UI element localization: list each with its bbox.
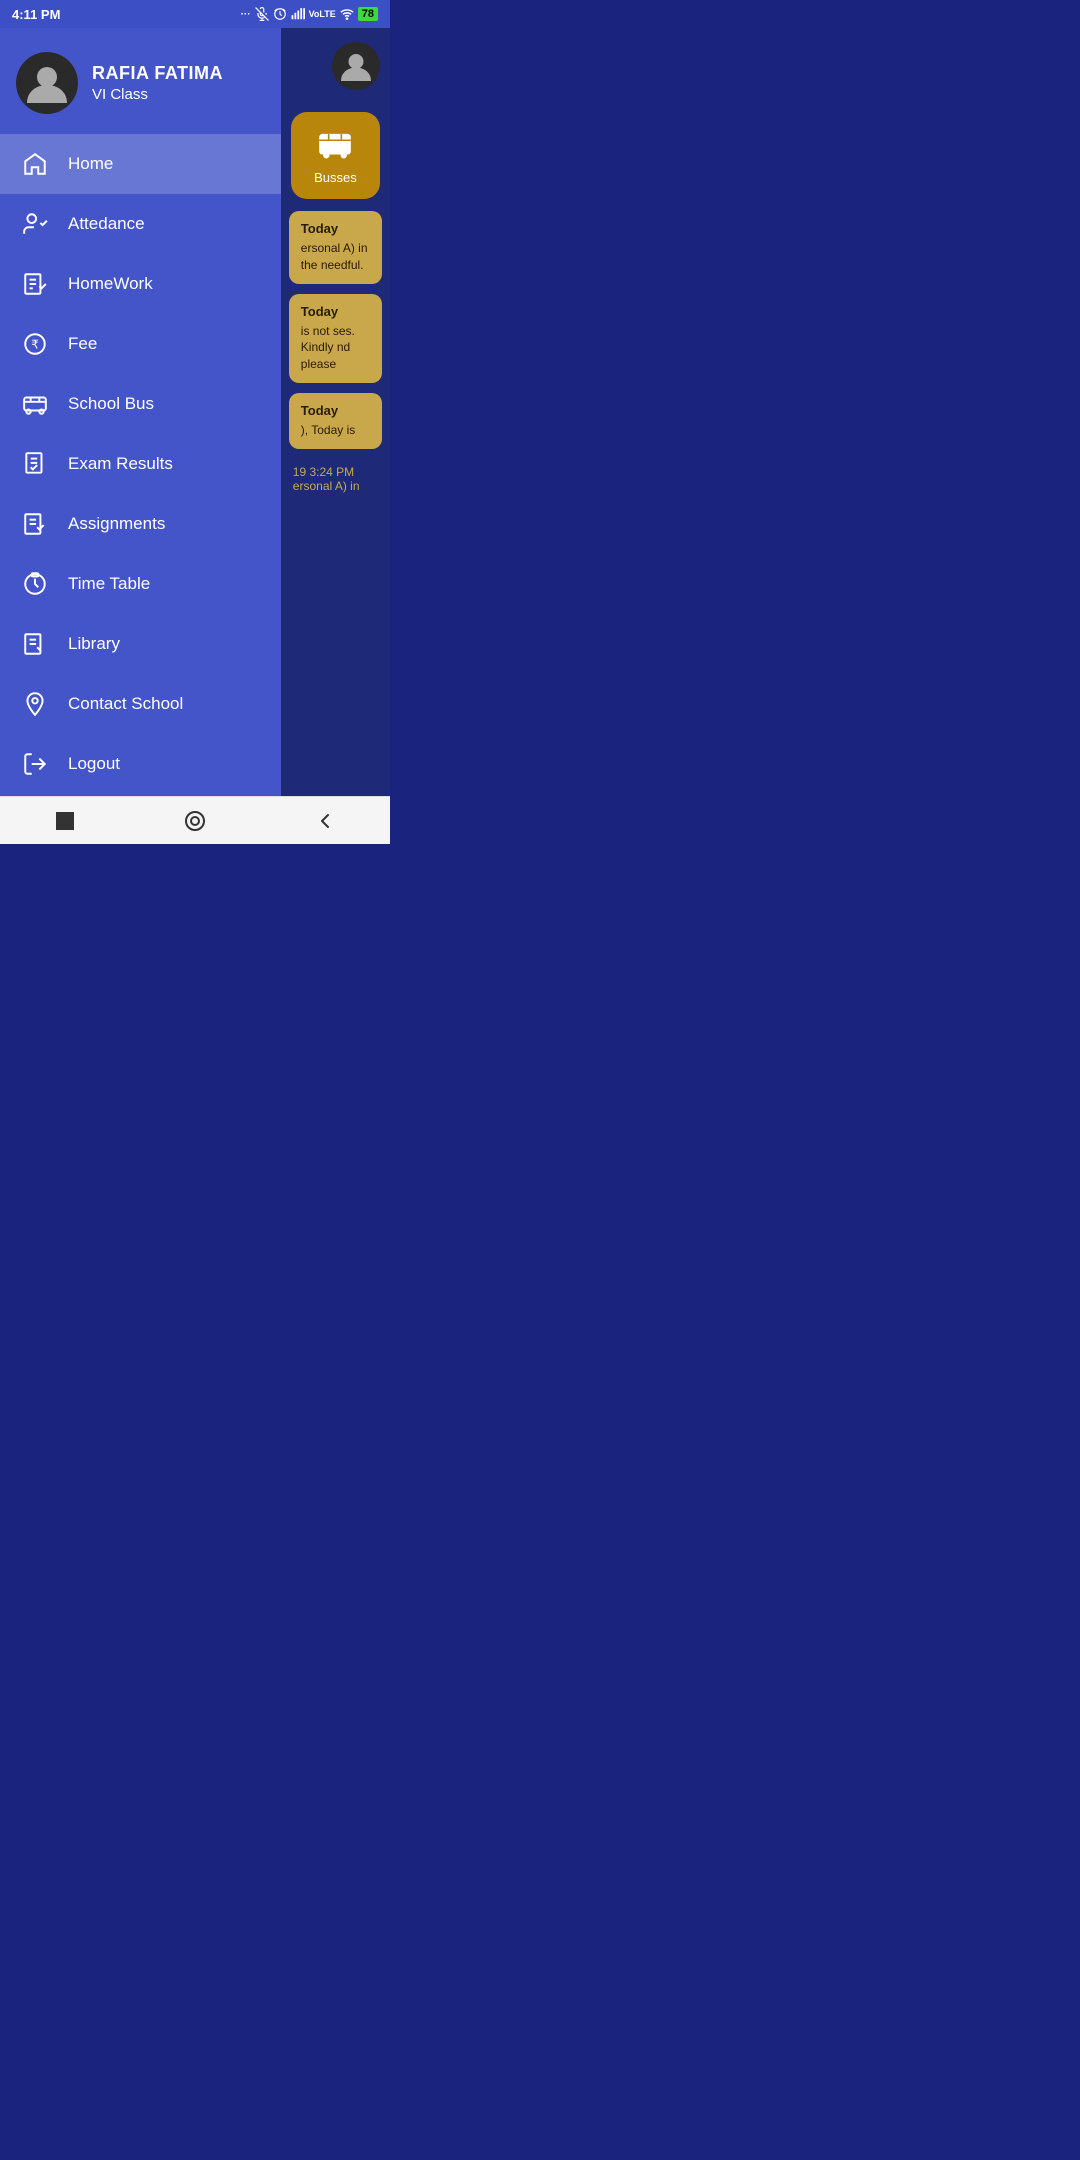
sidebar-item-homework[interactable]: HomeWork bbox=[0, 254, 281, 314]
app-container: RAFIA FATIMA VI Class Home bbox=[0, 28, 390, 796]
right-panel: Busses Today ersonal A) in the needful. … bbox=[281, 28, 390, 796]
alarm-icon bbox=[273, 7, 287, 21]
notif-date-2: Today bbox=[301, 304, 370, 319]
sidebar-item-exam-results[interactable]: Exam Results bbox=[0, 434, 281, 494]
sidebar-item-label-assignments: Assignments bbox=[68, 514, 165, 534]
sidebar-item-time-table[interactable]: Time Table bbox=[0, 554, 281, 614]
sidebar-item-label-exam-results: Exam Results bbox=[68, 454, 173, 474]
profile-section: RAFIA FATIMA VI Class bbox=[0, 28, 281, 134]
attendance-icon bbox=[20, 209, 50, 239]
volte-icon: VoLTE bbox=[309, 9, 336, 19]
nav-back-button[interactable] bbox=[307, 803, 343, 839]
notification-card-2: Today is not ses. Kindly nd please bbox=[289, 294, 382, 383]
school-bus-icon bbox=[20, 389, 50, 419]
sidebar-item-library[interactable]: Library bbox=[0, 614, 281, 674]
svg-text:₹: ₹ bbox=[31, 337, 39, 351]
assignments-icon bbox=[20, 509, 50, 539]
sidebar-item-assignments[interactable]: Assignments bbox=[0, 494, 281, 554]
bottom-nav bbox=[0, 796, 390, 844]
homework-icon bbox=[20, 269, 50, 299]
bus-button-label: Busses bbox=[314, 170, 357, 185]
sidebar-item-label-logout: Logout bbox=[68, 754, 120, 774]
mute-icon bbox=[255, 7, 269, 21]
sidebar-item-attendance[interactable]: Attedance bbox=[0, 194, 281, 254]
notif-date-1: Today bbox=[301, 221, 370, 236]
notif-text-1: ersonal A) in the needful. bbox=[301, 240, 370, 274]
sidebar-item-label-time-table: Time Table bbox=[68, 574, 150, 594]
sidebar-item-logout[interactable]: Logout bbox=[0, 734, 281, 794]
notification-card-1: Today ersonal A) in the needful. bbox=[289, 211, 382, 284]
notif-date-3: Today bbox=[301, 403, 370, 418]
logout-icon bbox=[20, 749, 50, 779]
avatar bbox=[16, 52, 78, 114]
sidebar-item-home[interactable]: Home bbox=[0, 134, 281, 194]
user-info: RAFIA FATIMA VI Class bbox=[92, 63, 223, 103]
sidebar-item-label-fee: Fee bbox=[68, 334, 97, 354]
sidebar-item-label-library: Library bbox=[68, 634, 120, 654]
nav-square-button[interactable] bbox=[47, 803, 83, 839]
exam-results-icon bbox=[20, 449, 50, 479]
notification-card-3: Today ), Today is bbox=[289, 393, 382, 449]
notif-text-2: is not ses. Kindly nd please bbox=[301, 323, 370, 373]
signal-dots: ··· bbox=[241, 9, 251, 20]
sidebar-item-label-home: Home bbox=[68, 154, 113, 174]
contact-school-icon bbox=[20, 689, 50, 719]
sidebar-item-label-school-bus: School Bus bbox=[68, 394, 154, 414]
status-bar: 4:11 PM ··· VoLTE 78 bbox=[0, 0, 390, 28]
menu-list: Home Attedance bbox=[0, 134, 281, 796]
status-icons: ··· VoLTE 78 bbox=[241, 7, 378, 21]
right-profile-avatar bbox=[332, 42, 380, 90]
home-icon bbox=[20, 149, 50, 179]
sidebar-item-contact-school[interactable]: Contact School bbox=[0, 674, 281, 734]
sidebar-item-label-homework: HomeWork bbox=[68, 274, 153, 294]
battery-icon: 78 bbox=[358, 7, 378, 21]
signal-icon bbox=[291, 7, 305, 21]
notif-timestamp: 19 3:24 PM ersonal A) in bbox=[289, 459, 382, 499]
status-time: 4:11 PM bbox=[12, 7, 60, 22]
time-table-icon bbox=[20, 569, 50, 599]
notification-cards: Today ersonal A) in the needful. Today i… bbox=[281, 207, 390, 503]
sidebar-item-school-bus[interactable]: School Bus bbox=[0, 374, 281, 434]
bus-button[interactable]: Busses bbox=[291, 112, 380, 199]
sidebar-item-label-contact-school: Contact School bbox=[68, 694, 183, 714]
nav-home-button[interactable] bbox=[177, 803, 213, 839]
library-icon bbox=[20, 629, 50, 659]
user-name: RAFIA FATIMA bbox=[92, 63, 223, 84]
wifi-icon bbox=[340, 7, 354, 21]
drawer: RAFIA FATIMA VI Class Home bbox=[0, 28, 281, 796]
notif-text-3: ), Today is bbox=[301, 422, 370, 439]
sidebar-item-label-attendance: Attedance bbox=[68, 214, 145, 234]
sidebar-item-fee[interactable]: ₹ Fee bbox=[0, 314, 281, 374]
user-class: VI Class bbox=[92, 86, 223, 103]
fee-icon: ₹ bbox=[20, 329, 50, 359]
right-top bbox=[281, 28, 390, 104]
